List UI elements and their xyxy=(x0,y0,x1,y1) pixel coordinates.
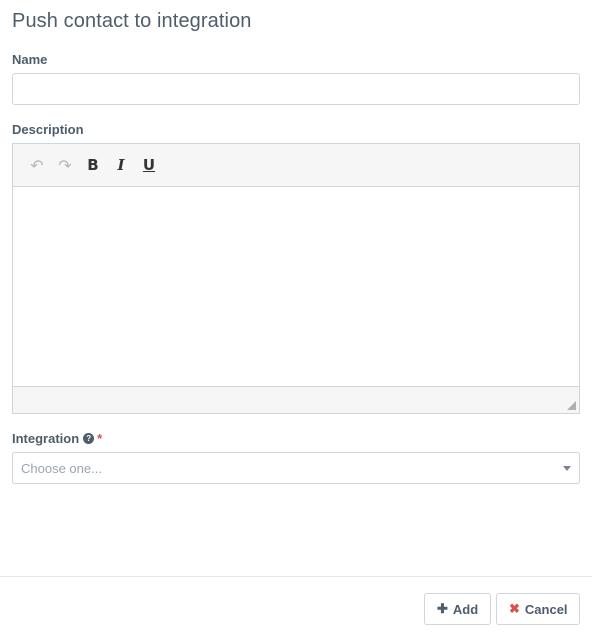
italic-button[interactable]: I xyxy=(107,151,135,179)
editor-statusbar xyxy=(13,386,579,413)
undo-icon[interactable]: ↶ xyxy=(23,151,51,179)
editor-content-area[interactable] xyxy=(13,187,579,387)
add-button-label: Add xyxy=(452,601,479,617)
add-button[interactable]: ✚ Add xyxy=(424,593,491,625)
integration-select[interactable]: Choose one... xyxy=(12,452,580,484)
underline-button[interactable]: U xyxy=(135,151,163,179)
modal-footer: ✚ Add ✖ Cancel xyxy=(0,576,592,635)
bold-button[interactable]: B xyxy=(79,151,107,179)
integration-label: Integration xyxy=(12,431,80,446)
editor-toolbar: ↶ ↷ B I U xyxy=(13,144,579,187)
integration-label-group: Integration ? * xyxy=(12,431,102,446)
redo-icon[interactable]: ↷ xyxy=(51,151,79,179)
name-label: Name xyxy=(12,52,48,67)
chevron-down-icon xyxy=(563,466,571,471)
integration-select-placeholder: Choose one... xyxy=(21,460,102,476)
close-icon: ✖ xyxy=(509,601,520,616)
name-input[interactable] xyxy=(12,73,580,105)
required-indicator: * xyxy=(97,431,103,446)
modal-title: Push contact to integration xyxy=(12,10,252,32)
cancel-button[interactable]: ✖ Cancel xyxy=(496,593,580,625)
plus-icon: ✚ xyxy=(437,601,448,616)
resize-handle-icon[interactable] xyxy=(567,401,576,410)
cancel-button-label: Cancel xyxy=(524,601,568,617)
question-circle-icon[interactable]: ? xyxy=(83,433,95,444)
description-editor: ↶ ↷ B I U xyxy=(12,143,580,414)
description-label: Description xyxy=(12,122,84,137)
